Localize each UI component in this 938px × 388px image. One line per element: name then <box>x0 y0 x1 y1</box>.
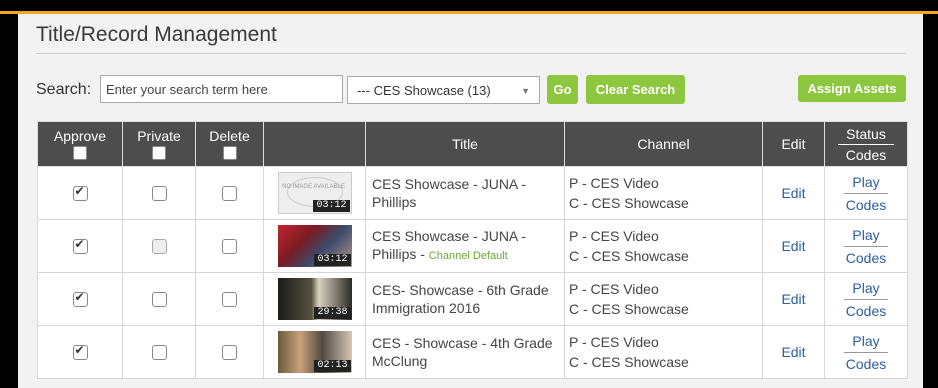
assign-assets-button[interactable]: Assign Assets <box>798 75 906 102</box>
secondary-channel: C - CES Showcase <box>569 248 689 264</box>
edit-link[interactable]: Edit <box>781 344 805 360</box>
play-link[interactable]: Play <box>852 333 879 349</box>
title-divider <box>36 53 906 54</box>
delete-header: Delete <box>195 121 264 167</box>
play-link[interactable]: Play <box>852 174 879 190</box>
play-link[interactable]: Play <box>852 280 879 296</box>
channel-header: Channel <box>564 121 763 167</box>
approve-all-checkbox[interactable] <box>73 146 87 160</box>
page-title: Title/Record Management <box>36 23 277 46</box>
codes-header-label: Codes <box>845 146 887 163</box>
table-row: 29:38 CES- Showcase - 6th Grade Immigrat… <box>37 272 908 326</box>
private-header-label: Private <box>137 128 181 144</box>
duration-badge: 03:12 <box>314 254 351 266</box>
channel-select[interactable]: --- CES Showcase (13) ▼ <box>347 76 540 104</box>
approve-checkbox[interactable] <box>72 237 88 254</box>
title-header: Title <box>365 121 565 167</box>
table-header-row: Approve Private Delete Title Channel Edi… <box>37 121 908 167</box>
go-button[interactable]: Go <box>547 75 578 104</box>
duration-badge: 02:13 <box>314 360 351 372</box>
clear-search-button[interactable]: Clear Search <box>586 75 685 104</box>
delete-checkbox[interactable] <box>222 238 237 254</box>
search-label: Search: <box>36 81 92 98</box>
records-table: Approve Private Delete Title Channel Edi… <box>37 121 908 379</box>
video-thumbnail[interactable]: 29:38 <box>277 278 352 320</box>
status-divider <box>844 298 888 300</box>
private-checkbox[interactable] <box>151 185 167 201</box>
chevron-down-icon: ▼ <box>521 86 530 96</box>
status-header: Status Codes <box>824 121 908 167</box>
status-header-label: Status <box>846 125 886 142</box>
primary-channel: P - CES Video <box>569 334 659 350</box>
delete-checkbox[interactable] <box>222 344 237 360</box>
delete-checkbox[interactable] <box>222 185 237 201</box>
private-checkbox <box>151 238 167 254</box>
status-divider <box>844 192 888 194</box>
secondary-channel: C - CES Showcase <box>569 354 689 370</box>
edit-link[interactable]: Edit <box>781 238 805 254</box>
edit-header: Edit <box>762 121 825 167</box>
primary-channel: P - CES Video <box>569 175 659 191</box>
status-divider <box>844 245 888 247</box>
private-header: Private <box>122 121 196 167</box>
video-thumbnail[interactable]: 03:12 <box>277 225 352 267</box>
record-title: CES Showcase - JUNA - Phillips <box>372 176 527 210</box>
codes-link[interactable]: Codes <box>846 303 886 319</box>
record-title: CES- Showcase - 6th Grade Immigration 20… <box>372 282 549 316</box>
status-header-divider <box>838 143 894 145</box>
duration-badge: 03:12 <box>313 200 350 212</box>
channel-select-value: --- CES Showcase (13) <box>357 82 491 98</box>
status-divider <box>844 351 888 353</box>
private-checkbox[interactable] <box>151 291 167 307</box>
table-row: NO IMAGE AVAILABLE 03:12 CES Showcase - … <box>37 166 908 220</box>
search-input[interactable] <box>100 75 343 103</box>
codes-link[interactable]: Codes <box>846 250 886 266</box>
delete-header-label: Delete <box>209 128 250 144</box>
management-panel: Title/Record Management Search: --- CES … <box>18 14 923 388</box>
table-row: 03:12 CES Showcase - JUNA - Phillips - C… <box>37 219 908 273</box>
primary-channel: P - CES Video <box>569 281 659 297</box>
channel-default-tag: Channel Default <box>428 250 508 262</box>
approve-checkbox[interactable] <box>72 184 88 201</box>
secondary-channel: C - CES Showcase <box>569 301 689 317</box>
no-image-text: NO IMAGE AVAILABLE <box>282 184 345 190</box>
top-border <box>0 0 938 14</box>
primary-channel: P - CES Video <box>569 228 659 244</box>
delete-checkbox[interactable] <box>222 291 237 307</box>
record-title: CES - Showcase - 4th Grade McClung <box>372 335 553 369</box>
thumbnail-header <box>263 121 366 167</box>
play-link[interactable]: Play <box>852 227 879 243</box>
table-row: 02:13 CES - Showcase - 4th Grade McClung… <box>37 325 908 379</box>
approve-header: Approve <box>37 121 123 167</box>
edit-link[interactable]: Edit <box>781 291 805 307</box>
codes-link[interactable]: Codes <box>846 356 886 372</box>
delete-all-checkbox[interactable] <box>222 146 237 160</box>
codes-link[interactable]: Codes <box>846 197 886 213</box>
private-all-checkbox[interactable] <box>152 146 166 160</box>
approve-header-label: Approve <box>53 128 107 144</box>
right-border <box>923 14 938 388</box>
video-thumbnail[interactable]: NO IMAGE AVAILABLE 03:12 <box>277 172 352 214</box>
secondary-channel: C - CES Showcase <box>569 195 689 211</box>
edit-link[interactable]: Edit <box>781 185 805 201</box>
approve-checkbox[interactable] <box>72 290 88 307</box>
video-thumbnail[interactable]: 02:13 <box>277 331 352 373</box>
left-border <box>0 14 18 388</box>
approve-checkbox[interactable] <box>72 343 88 360</box>
duration-badge: 29:38 <box>314 307 351 319</box>
private-checkbox[interactable] <box>151 344 167 360</box>
